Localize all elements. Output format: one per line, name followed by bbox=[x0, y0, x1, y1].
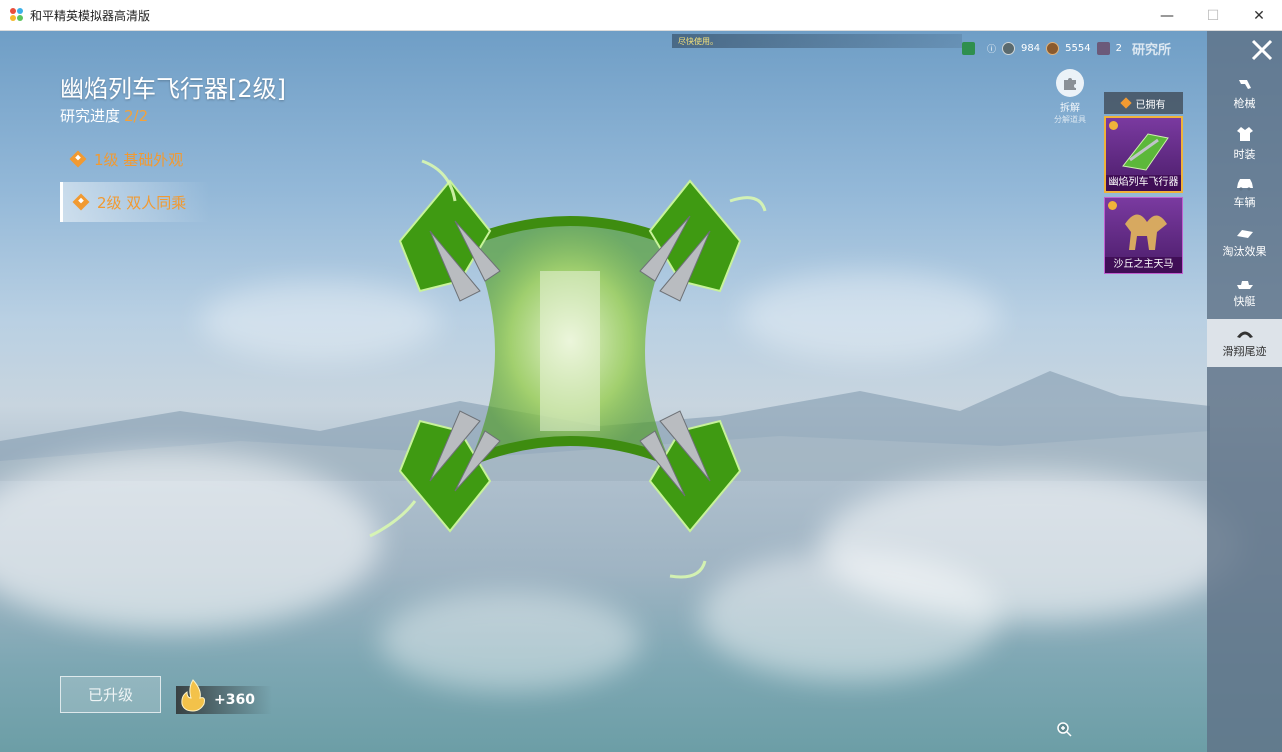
puzzle-icon bbox=[1056, 69, 1084, 97]
bronze-coin-icon bbox=[1046, 41, 1060, 55]
level-item-1[interactable]: 1级 基础外观 bbox=[60, 139, 210, 179]
sidebar-item-vehicles[interactable]: 车辆 bbox=[1207, 169, 1282, 217]
gun-icon bbox=[1238, 79, 1251, 89]
info-icon[interactable]: ⓘ bbox=[987, 42, 996, 55]
owned-header: 已拥有 bbox=[1104, 92, 1183, 114]
outfit-icon bbox=[1236, 126, 1253, 141]
elimination-effect-icon bbox=[1236, 229, 1253, 238]
window-title: 和平精英模拟器高清版 bbox=[30, 8, 151, 23]
sidebar-item-label: 滑翔尾迹 bbox=[1222, 344, 1267, 358]
close-window-button[interactable]: ✕ bbox=[1236, 0, 1282, 31]
close-icon bbox=[1251, 39, 1273, 61]
close-button[interactable] bbox=[1245, 35, 1279, 65]
item-title: 幽焰列车飞行器[2级] bbox=[60, 75, 286, 103]
coin-icon bbox=[1109, 121, 1118, 130]
currency-bar: ⓘ 984 5554 2 研究所 bbox=[962, 39, 1171, 58]
sidebar-item-elimination-effect[interactable]: 淘汰效果 bbox=[1207, 219, 1282, 267]
emulator-window: 和平精英模拟器高清版 — ☐ ✕ 尽快使用。 ⓘ 984 5554 2 研究所 … bbox=[0, 0, 1282, 752]
pegasus-thumbnail bbox=[1125, 214, 1167, 250]
sidebar-item-label: 车辆 bbox=[1233, 195, 1256, 209]
card-name: 幽焰列车飞行器 bbox=[1106, 175, 1181, 191]
currency-value: 5554 bbox=[1065, 42, 1091, 54]
glider-trail-icon bbox=[1236, 331, 1253, 338]
sidebar-item-guns[interactable]: 枪械 bbox=[1207, 69, 1282, 117]
progress-label: 研究进度 bbox=[60, 107, 121, 125]
currency-value: 2 bbox=[1115, 42, 1122, 54]
app-logo-icon bbox=[10, 8, 24, 22]
title-bar: 和平精英模拟器高清版 — ☐ ✕ bbox=[0, 0, 1282, 31]
notice-bar: 尽快使用。 bbox=[672, 34, 962, 48]
research-progress: 研究进度 2/2 bbox=[60, 105, 148, 126]
card-name: 沙丘之主天马 bbox=[1105, 257, 1182, 273]
zoom-in-icon[interactable] bbox=[1056, 721, 1072, 737]
minimize-button[interactable]: — bbox=[1144, 0, 1190, 31]
glider-thumbnail bbox=[1122, 133, 1169, 171]
speedboat-icon bbox=[1236, 280, 1253, 289]
owned-card-pegasus[interactable]: 沙丘之主天马 bbox=[1104, 197, 1183, 274]
sidebar-item-label: 枪械 bbox=[1233, 96, 1256, 110]
lab-title: 研究所 bbox=[1131, 42, 1171, 58]
green-gem-icon bbox=[962, 41, 975, 55]
diamond-icon bbox=[1119, 97, 1132, 109]
silver-coin-icon bbox=[1002, 41, 1016, 55]
currency-value: 984 bbox=[1021, 42, 1041, 54]
upgraded-button[interactable]: 已升级 bbox=[60, 676, 161, 713]
owned-header-label: 已拥有 bbox=[1135, 99, 1166, 111]
sidebar-item-label: 时装 bbox=[1233, 147, 1256, 161]
cloud bbox=[380, 591, 640, 691]
flame-icon bbox=[181, 679, 205, 712]
ticket-icon bbox=[1096, 41, 1110, 55]
notice-text: 尽快使用。 bbox=[678, 36, 718, 46]
maximize-button[interactable]: ☐ bbox=[1190, 0, 1236, 31]
level-label: 1级 基础外观 bbox=[94, 150, 184, 169]
sidebar-item-glider-trail[interactable]: 滑翔尾迹 bbox=[1207, 319, 1282, 367]
sidebar-item-outfits[interactable]: 时装 bbox=[1207, 119, 1282, 167]
reward-badge: +360 bbox=[176, 679, 272, 714]
sidebar-item-speedboat[interactable]: 快艇 bbox=[1207, 269, 1282, 317]
owned-card-glider[interactable]: 幽焰列车飞行器 bbox=[1104, 116, 1183, 193]
level-item-2[interactable]: 2级 双人同乘 bbox=[60, 182, 210, 222]
coin-icon bbox=[1108, 201, 1117, 210]
car-icon bbox=[1236, 178, 1253, 191]
sidebar-item-label: 淘汰效果 bbox=[1222, 244, 1267, 258]
game-viewport: 尽快使用。 ⓘ 984 5554 2 研究所 幽焰列车飞行器[2级] 研究进度 2… bbox=[0, 31, 1282, 752]
diamond-icon bbox=[69, 150, 87, 168]
reward-value: +360 bbox=[214, 692, 255, 708]
dismantle-sublabel: 分解道具 bbox=[1054, 115, 1086, 124]
glider-preview bbox=[369, 159, 767, 579]
sidebar-item-label: 快艇 bbox=[1233, 294, 1256, 308]
dismantle-button[interactable]: 拆解 分解道具 bbox=[1044, 69, 1096, 125]
level-label: 2级 双人同乘 bbox=[97, 193, 187, 212]
progress-value: 2/2 bbox=[124, 107, 149, 125]
dismantle-label: 拆解 bbox=[1060, 103, 1080, 114]
diamond-icon bbox=[72, 193, 90, 211]
